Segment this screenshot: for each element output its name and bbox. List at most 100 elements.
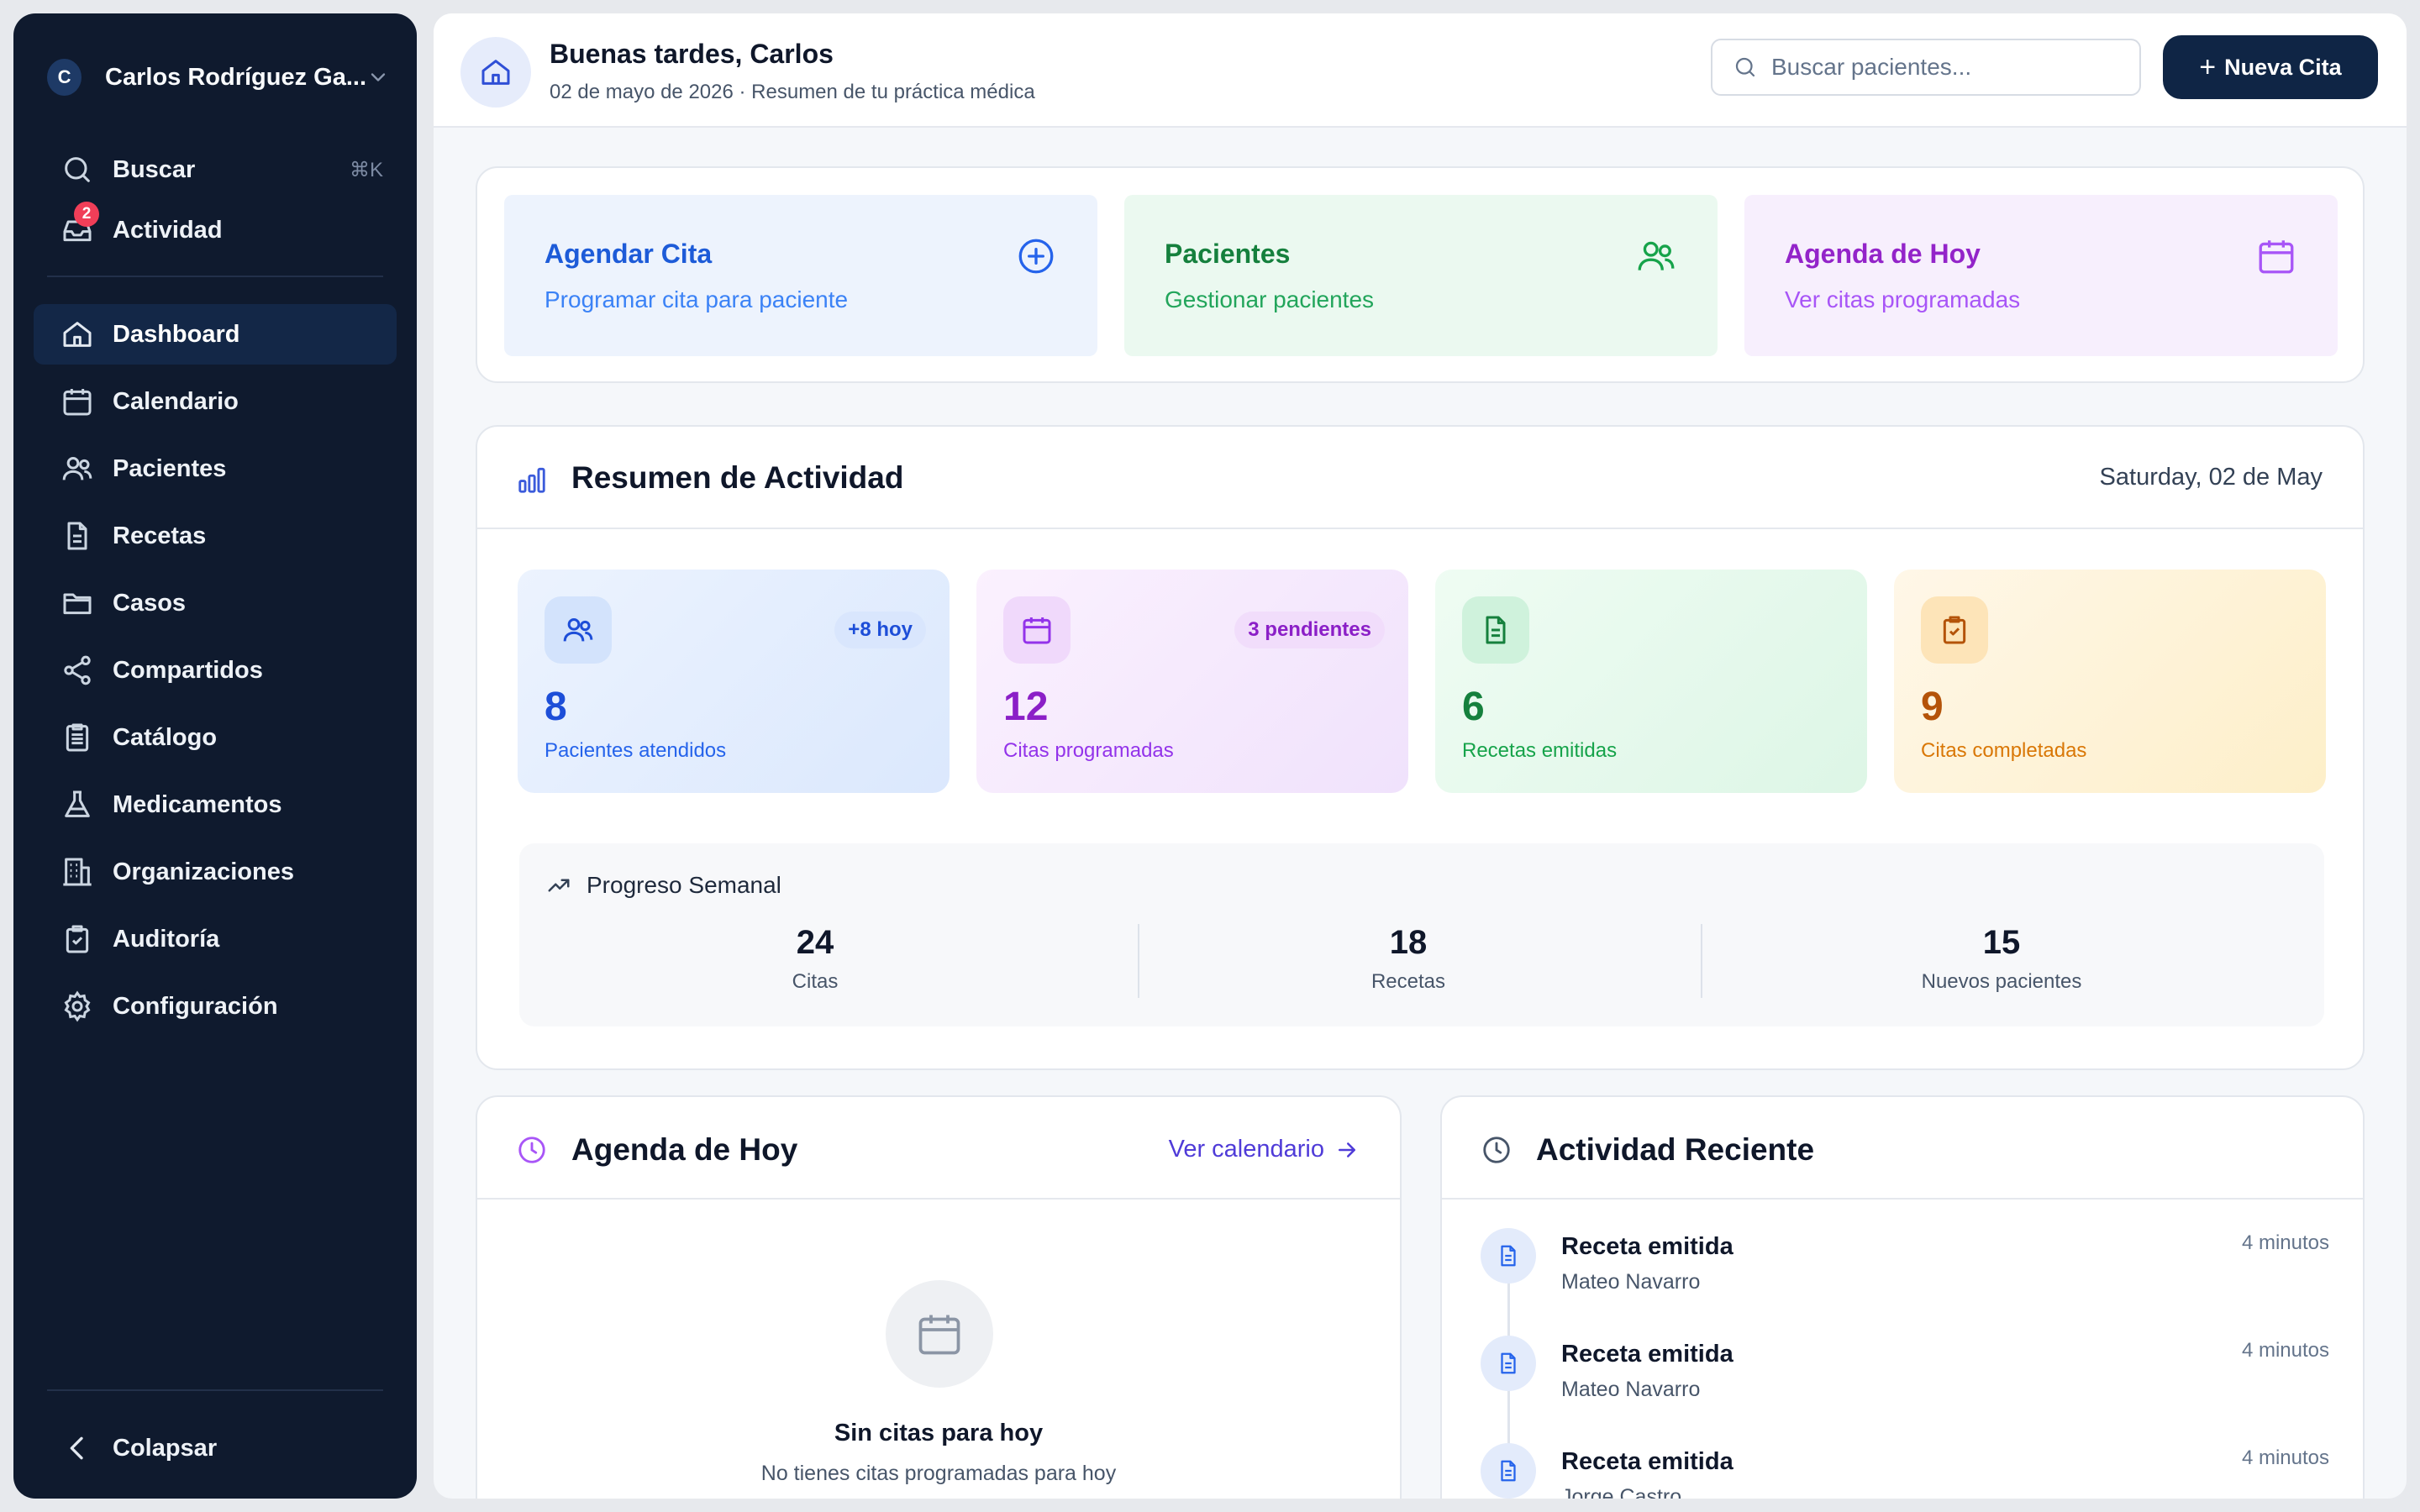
empty-state-title: Sin citas para hoy <box>834 1420 1044 1446</box>
sidebar-item-dashboard[interactable]: Dashboard <box>34 304 397 365</box>
trending-up-icon <box>548 879 570 892</box>
sidebar-item-compartidos[interactable]: Compartidos <box>34 640 397 701</box>
weekly-metric-label: Recetas <box>1370 970 1446 993</box>
building-icon <box>63 858 92 886</box>
sidebar-activity[interactable]: 2 Actividad <box>34 200 397 260</box>
share-icon <box>64 655 91 685</box>
activity-summary: Resumen de Actividad Saturday, 02 de May… <box>476 425 2365 1070</box>
sidebar-item-label: Configuración <box>113 992 278 1020</box>
sidebar-item-configuracion[interactable]: Configuración <box>34 976 397 1037</box>
sidebar-item-medicamentos[interactable]: Medicamentos <box>34 774 397 835</box>
stat-badge: +8 hoy <box>834 612 926 648</box>
collapse-button[interactable]: Colapsar <box>34 1418 397 1478</box>
weekly-divider <box>1701 924 1702 998</box>
stat-card-patients: +8 hoy 8 Pacientes atendidos <box>518 570 950 793</box>
quick-action-title: Pacientes <box>1165 239 1291 269</box>
weekly-progress-title: Progreso Semanal <box>546 872 781 899</box>
weekly-metric-label: Nuevos pacientes <box>1921 970 2082 993</box>
weekly-metric-label: Citas <box>792 970 839 993</box>
agenda-header: Agenda de Hoy Ver calendario <box>477 1097 1400 1200</box>
greeting-title: Buenas tardes, Carlos <box>550 39 834 69</box>
top-header: Buenas tardes, Carlos 02 de mayo de 2026… <box>434 13 2407 128</box>
quick-action-today[interactable]: Agenda de Hoy Ver citas programadas <box>1744 195 2338 356</box>
arrow-right-icon <box>1339 1142 1355 1158</box>
recent-header: Actividad Reciente <box>1442 1097 2363 1200</box>
quick-action-patients[interactable]: Pacientes Gestionar pacientes <box>1124 195 1718 356</box>
stat-label: Pacientes atendidos <box>544 739 727 762</box>
stat-label: Citas completadas <box>1921 739 2087 762</box>
sidebar-item-auditoria[interactable]: Auditoría <box>34 909 397 969</box>
activity-time: 4 minutos <box>2241 1339 2329 1362</box>
bar-chart-icon <box>518 467 545 493</box>
clock-icon <box>518 1137 545 1163</box>
home-icon <box>63 322 92 347</box>
quick-actions: Agendar Cita Programar cita para pacient… <box>476 166 2365 383</box>
patient-search[interactable] <box>1711 39 2141 96</box>
stat-card-completed: 9 Citas completadas <box>1894 570 2326 793</box>
stat-badge: 3 pendientes <box>1234 612 1385 648</box>
document-icon <box>67 522 87 550</box>
sidebar-item-organizaciones[interactable]: Organizaciones <box>34 842 397 902</box>
sidebar-item-label: Recetas <box>113 522 207 549</box>
weekly-progress: Progreso Semanal 24 Citas 18 Recetas 15 … <box>519 843 2324 1026</box>
chevron-left-icon <box>70 1436 83 1460</box>
sidebar-item-label: Casos <box>113 589 187 617</box>
stat-value: 8 <box>544 685 567 729</box>
user-name: Carlos Rodríguez Ga... <box>105 63 367 91</box>
activity-item[interactable]: Receta emitida Mateo Navarro 4 minutos <box>1481 1336 2329 1428</box>
new-appointment-button[interactable]: + Nueva Cita <box>2163 35 2378 99</box>
stat-card-appointments: 3 pendientes 12 Citas programadas <box>976 570 1408 793</box>
sidebar-divider <box>47 1389 383 1391</box>
empty-state-subtitle: No tienes citas programadas para hoy <box>760 1462 1117 1485</box>
stat-value: 9 <box>1921 685 1944 729</box>
stat-value: 6 <box>1462 685 1485 729</box>
sidebar-item-catalogo[interactable]: Catálogo <box>34 707 397 768</box>
sidebar-search[interactable]: Buscar ⌘K <box>34 139 397 200</box>
view-calendar-link[interactable]: Ver calendario <box>1169 1136 1360 1163</box>
view-calendar-label: Ver calendario <box>1168 1136 1324 1163</box>
agenda-title: Agenda de Hoy <box>571 1132 798 1167</box>
sidebar-item-recetas[interactable]: Recetas <box>34 506 397 566</box>
quick-action-subtitle: Ver citas programadas <box>1785 286 2021 312</box>
gear-icon <box>64 990 91 1022</box>
activity-item[interactable]: Receta emitida Jorge Castro 4 minutos <box>1481 1443 2329 1499</box>
summary-date: Saturday, 02 de May <box>2099 464 2323 491</box>
search-shortcut: ⌘K <box>349 158 383 181</box>
sidebar-item-pacientes[interactable]: Pacientes <box>34 438 397 499</box>
sidebar-item-label: Compartidos <box>113 656 263 684</box>
plus-icon: + <box>2199 51 2217 83</box>
avatar: C <box>47 59 82 96</box>
activity-item[interactable]: Receta emitida Mateo Navarro 4 minutos <box>1481 1228 2329 1320</box>
sidebar-item-label: Calendario <box>113 387 239 415</box>
stat-label: Recetas emitidas <box>1462 739 1618 762</box>
user-switcher[interactable]: C Carlos Rodríguez Ga... <box>47 44 400 111</box>
activity-patient: Jorge Castro <box>1561 1485 1682 1499</box>
summary-title: Resumen de Actividad <box>571 460 904 495</box>
calendar-icon <box>63 389 92 416</box>
quick-action-subtitle: Programar cita para paciente <box>544 286 849 312</box>
quick-action-subtitle: Gestionar pacientes <box>1165 286 1375 312</box>
weekly-metric: 15 Nuevos pacientes <box>1733 924 2270 994</box>
search-input[interactable] <box>1771 54 2124 81</box>
search-icon <box>65 157 90 182</box>
activity-title: Receta emitida <box>1561 1341 1733 1368</box>
search-icon <box>1735 57 1755 77</box>
empty-calendar-badge <box>886 1280 993 1388</box>
sidebar-item-calendario[interactable]: Calendario <box>34 371 397 432</box>
quick-action-schedule[interactable]: Agendar Cita Programar cita para pacient… <box>504 195 1097 356</box>
today-agenda: Agenda de Hoy Ver calendario Sin citas p… <box>476 1095 1402 1499</box>
sidebar-item-label: Medicamentos <box>113 790 282 818</box>
sidebar-item-label: Auditoría <box>113 925 220 953</box>
inbox-icon: 2 <box>60 202 99 247</box>
sidebar-divider <box>47 276 383 277</box>
clipboard-check-icon <box>66 925 89 953</box>
activity-time: 4 minutos <box>2241 1231 2329 1254</box>
weekly-metric: 18 Recetas <box>1139 924 1677 994</box>
sidebar-item-casos[interactable]: Casos <box>34 573 397 633</box>
users-icon <box>544 596 612 664</box>
users-icon <box>1638 241 1675 270</box>
sidebar-item-label: Organizaciones <box>113 858 294 885</box>
recent-activity: Actividad Reciente Receta emitida Mateo … <box>1440 1095 2365 1499</box>
activity-title: Receta emitida <box>1561 1448 1733 1475</box>
notification-badge: 2 <box>74 202 99 227</box>
